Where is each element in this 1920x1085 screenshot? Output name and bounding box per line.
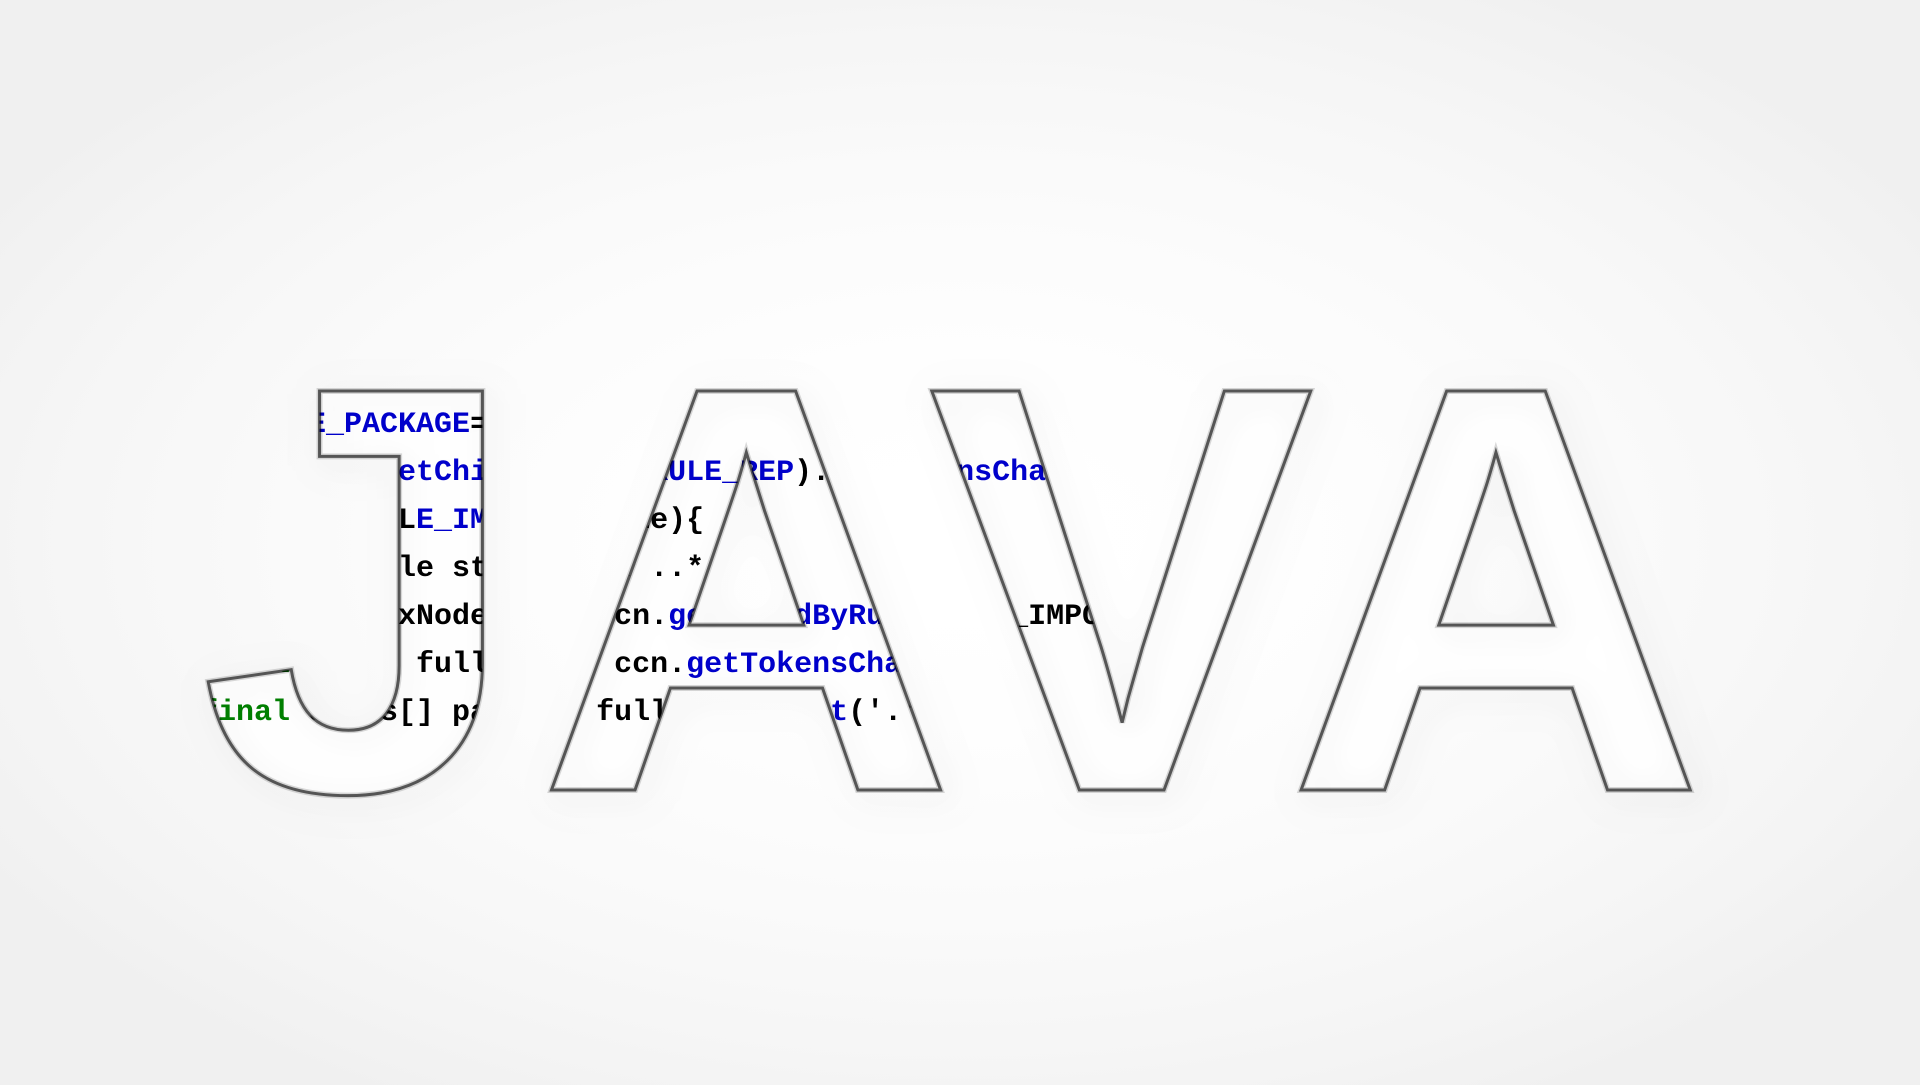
main-graphic: JAVA bbox=[0, 0, 1920, 1085]
java-title-edge: JAVA bbox=[199, 265, 1720, 913]
scene: JAVA bbox=[0, 0, 1920, 1085]
